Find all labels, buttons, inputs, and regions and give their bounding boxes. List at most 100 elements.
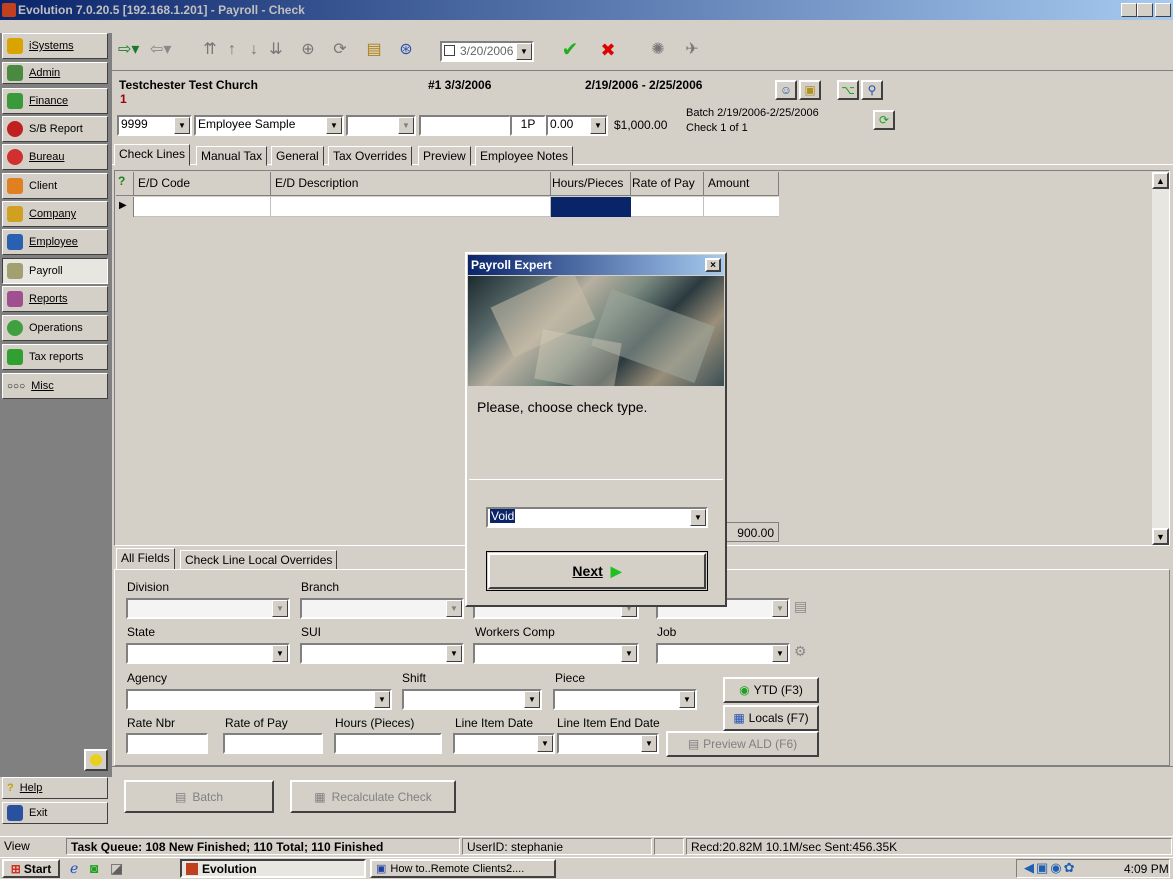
- sidebar-item-admin[interactable]: Admin: [2, 62, 108, 84]
- sidebar-item-payroll[interactable]: Payroll: [2, 258, 108, 284]
- line-item-end-date-select[interactable]: ▼: [557, 733, 659, 754]
- agency-select[interactable]: ▼: [126, 689, 392, 710]
- desktop-icon[interactable]: ◪: [110, 860, 123, 877]
- col-hours-pieces[interactable]: Hours/Pieces: [551, 172, 631, 196]
- state-select[interactable]: ▼: [126, 643, 290, 664]
- status-blank: [654, 838, 684, 855]
- check-type-select[interactable]: Void ▼: [486, 507, 708, 528]
- workers-comp-select[interactable]: ▼: [473, 643, 639, 664]
- sidebar-exit[interactable]: Exit: [2, 802, 108, 824]
- scroll-down-icon[interactable]: ▼: [1152, 528, 1169, 545]
- nav-back-icon[interactable]: ⇦▾: [150, 40, 171, 60]
- print-icon[interactable]: ▤: [364, 40, 384, 60]
- col-rate-of-pay[interactable]: Rate of Pay: [631, 172, 704, 196]
- minimize-icon[interactable]: _: [1121, 3, 1137, 17]
- sidebar-item-bureau[interactable]: Bureau: [2, 144, 108, 170]
- tray-icons[interactable]: ◀▣◉✿: [1024, 860, 1077, 876]
- restore-icon[interactable]: ▫: [1137, 3, 1153, 17]
- sui-select[interactable]: ▼: [300, 643, 464, 664]
- cell-ed-description[interactable]: [271, 197, 551, 217]
- close-icon[interactable]: ×: [1155, 3, 1171, 17]
- ytd-button[interactable]: ◉ YTD (F3): [723, 677, 819, 703]
- branch-select[interactable]: ▼: [300, 598, 464, 619]
- tab-check-line-local-overrides[interactable]: Check Line Local Overrides: [180, 550, 338, 570]
- sidebar-item-sb-report[interactable]: S/B Report: [2, 116, 108, 142]
- next-record-icon[interactable]: ↓: [244, 40, 264, 60]
- shift-select[interactable]: ▼: [402, 689, 542, 710]
- rate-nbr-input[interactable]: [126, 733, 208, 754]
- ie-icon[interactable]: ℯ: [70, 860, 78, 877]
- job-select[interactable]: ▼: [656, 643, 790, 664]
- sidebar-item-operations[interactable]: Operations: [2, 315, 108, 341]
- batch-button[interactable]: ▤ Batch: [124, 780, 274, 813]
- start-button[interactable]: ⊞ Start: [2, 859, 60, 878]
- commit-check-icon[interactable]: ✔: [560, 40, 580, 60]
- tree-icon[interactable]: ⌥: [837, 80, 859, 100]
- next-button[interactable]: Next ▶: [488, 553, 706, 589]
- scroll-up-icon[interactable]: ▲: [1152, 172, 1169, 189]
- rate-of-pay-input[interactable]: [223, 733, 323, 754]
- hours-pieces-input[interactable]: [334, 733, 442, 754]
- chevron-down-icon: ▼: [679, 691, 695, 708]
- col-ed-description[interactable]: E/D Description: [271, 172, 551, 196]
- sidebar-item-client[interactable]: Client: [2, 173, 108, 199]
- employee-number-select[interactable]: 9999 ▼: [117, 115, 192, 136]
- find-icon[interactable]: ⚲: [861, 80, 883, 100]
- folder-icon[interactable]: ▣: [799, 80, 821, 100]
- recalculate-check-button[interactable]: ▦ Recalculate Check: [290, 780, 456, 813]
- cancel-x-icon[interactable]: ✖: [598, 40, 618, 60]
- refresh-icon[interactable]: ⟳: [330, 40, 350, 60]
- blank-select[interactable]: ▼: [346, 115, 416, 136]
- division-select[interactable]: ▼: [126, 598, 290, 619]
- date-selector[interactable]: 3/20/2006 ▼: [440, 41, 534, 62]
- hours-select[interactable]: 0.00 ▼: [546, 115, 608, 136]
- frequency-field[interactable]: 1P: [510, 115, 546, 136]
- tab-employee-notes[interactable]: Employee Notes: [475, 146, 574, 166]
- cell-amount[interactable]: [704, 197, 779, 217]
- job-lookup-icon[interactable]: ⚙: [794, 643, 814, 663]
- first-record-icon[interactable]: ⇈: [200, 40, 220, 60]
- tab-general[interactable]: General: [271, 146, 324, 166]
- insert-icon[interactable]: ⊕: [298, 40, 318, 60]
- cell-ed-code[interactable]: [134, 197, 271, 217]
- sidebar-item-reports[interactable]: Reports: [2, 286, 108, 312]
- tab-manual-tax[interactable]: Manual Tax: [196, 146, 268, 166]
- sidebar-help[interactable]: ? Help: [2, 777, 108, 799]
- refresh-check-icon[interactable]: ⟳: [873, 110, 895, 130]
- nav-forward-icon[interactable]: ⇨▾: [118, 40, 139, 60]
- outlook-icon[interactable]: ◙: [90, 860, 98, 876]
- vertical-scrollbar[interactable]: [1152, 172, 1169, 545]
- cell-rate-of-pay[interactable]: [631, 197, 704, 217]
- tab-check-lines[interactable]: Check Lines: [114, 144, 191, 166]
- line-item-date-select[interactable]: ▼: [453, 733, 555, 754]
- preview-ald-button[interactable]: ▤ Preview ALD (F6): [666, 731, 819, 757]
- view-label[interactable]: View: [4, 839, 64, 855]
- taskbar-word-doc[interactable]: ▣ How to..Remote Clients2....: [370, 859, 556, 878]
- sidebar-item-tax-reports[interactable]: Tax reports: [2, 344, 108, 370]
- tab-preview[interactable]: Preview: [418, 146, 471, 166]
- piece-select[interactable]: ▼: [553, 689, 697, 710]
- taskbar-evolution[interactable]: Evolution: [180, 859, 366, 878]
- calendar-icon[interactable]: ⊛: [396, 40, 416, 60]
- employees-icon[interactable]: ☺: [775, 80, 797, 100]
- piece-label: Piece: [555, 671, 586, 685]
- tab-all-fields[interactable]: All Fields: [116, 548, 175, 570]
- last-record-icon[interactable]: ⇊: [266, 40, 286, 60]
- sidebar-item-finance[interactable]: Finance: [2, 88, 108, 114]
- employee-name-select[interactable]: Employee Sample ▼: [194, 115, 344, 136]
- prev-record-icon[interactable]: ↑: [222, 40, 242, 60]
- hint-bulb-button[interactable]: [84, 749, 108, 771]
- blank-input[interactable]: [419, 115, 511, 136]
- divider: [112, 766, 1173, 767]
- tab-tax-overrides[interactable]: Tax Overrides: [328, 146, 413, 166]
- col-ed-code[interactable]: E/D Code: [134, 172, 271, 196]
- locals-button[interactable]: ▦ Locals (F7): [723, 705, 819, 731]
- sidebar-item-isystems[interactable]: iSystems: [2, 33, 108, 59]
- cell-hours-pieces[interactable]: [551, 197, 631, 217]
- sidebar-item-misc[interactable]: ○○○ Misc: [2, 373, 108, 399]
- sidebar-item-employee[interactable]: Employee: [2, 229, 108, 255]
- lookup-icon[interactable]: ▤: [794, 598, 814, 618]
- dialog-close-icon[interactable]: ×: [705, 258, 721, 272]
- col-amount[interactable]: Amount: [704, 172, 779, 196]
- sidebar-item-company[interactable]: Company: [2, 201, 108, 227]
